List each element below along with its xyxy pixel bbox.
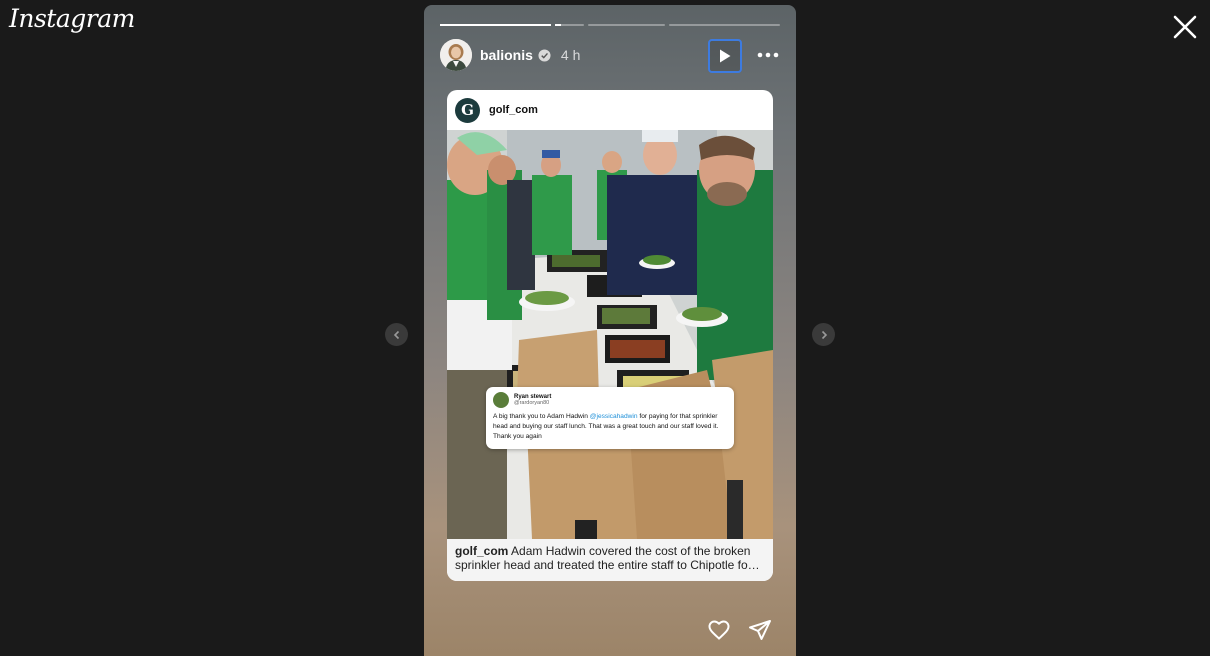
story-viewer: Instagram balionis 4 h G golf_com Ryan s… <box>0 0 1210 656</box>
post-caption: golf_com Adam Hadwin covered the cost of… <box>447 539 773 581</box>
tweet-text: A big thank you to Adam Hadwin @jessicah… <box>493 413 719 440</box>
send-icon[interactable] <box>748 618 772 642</box>
progress-segment <box>554 24 585 26</box>
golf-logo: G <box>455 97 480 123</box>
story-header: balionis 4 h <box>440 39 780 73</box>
story-username[interactable]: balionis <box>480 47 533 63</box>
caption-username[interactable]: golf_com <box>455 544 508 558</box>
post-username[interactable]: golf_com <box>489 104 538 116</box>
tweet-handle: @rardoryan80 <box>514 400 550 406</box>
tweet-card: Ryan stewart @rardoryan80 A big thank yo… <box>486 387 734 449</box>
verified-badge-icon <box>538 48 551 62</box>
play-button[interactable] <box>708 39 742 73</box>
close-icon[interactable] <box>1172 14 1198 40</box>
progress-segment <box>669 24 781 26</box>
next-story-button[interactable] <box>812 323 835 346</box>
play-icon <box>720 49 731 63</box>
story-timestamp: 4 h <box>560 47 581 63</box>
post-photo: Ryan stewart @rardoryan80 A big thank yo… <box>447 130 773 539</box>
heart-icon[interactable] <box>707 618 731 642</box>
progress-segment <box>588 24 666 26</box>
story-progress <box>440 24 781 26</box>
chevron-left-icon <box>393 330 399 339</box>
chevron-right-icon <box>821 330 827 339</box>
tweet-mention: @jessicahadwin <box>589 413 638 420</box>
tweet-avatar <box>493 392 509 408</box>
shared-post[interactable]: G golf_com Ryan stewart @rardoryan80 A b… <box>447 90 773 581</box>
story-card[interactable]: balionis 4 h G golf_com Ryan stewart @ra… <box>424 5 796 656</box>
progress-segment <box>440 24 551 26</box>
previous-story-button[interactable] <box>385 323 408 346</box>
post-header: G golf_com <box>447 90 773 130</box>
avatar[interactable] <box>440 39 472 71</box>
instagram-logo[interactable]: Instagram <box>9 4 135 33</box>
more-horizontal-icon[interactable] <box>756 45 780 65</box>
